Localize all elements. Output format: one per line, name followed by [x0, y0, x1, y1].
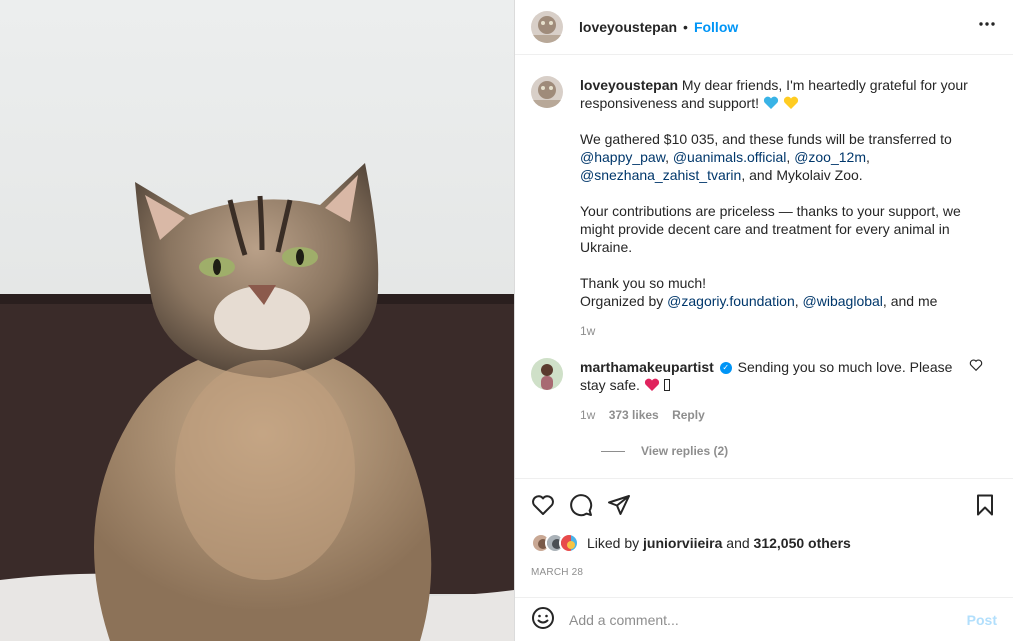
likes-summary: Liked by juniorviieira and 312,050 other…: [531, 533, 997, 553]
follow-button[interactable]: Follow: [694, 19, 738, 35]
share-send-icon[interactable]: [607, 493, 631, 517]
caption-text: loveyoustepan My dear friends, I'm heart…: [580, 76, 997, 310]
caption-p4-end: , and me: [882, 293, 938, 309]
cat-photo-image: [0, 0, 514, 641]
caption-thanks: Thank you so much!: [580, 275, 707, 291]
caption-p2-end: , and Mykolaiv Zoo.: [741, 167, 863, 183]
comment-bubble-icon[interactable]: [569, 493, 593, 517]
more-options-icon[interactable]: [977, 14, 997, 40]
missing-glyph-icon: [663, 379, 670, 391]
post-actions: Liked by juniorviieira and 312,050 other…: [515, 478, 1013, 598]
post-comment-button[interactable]: Post: [967, 612, 997, 628]
mention-link[interactable]: @uanimals.official: [673, 149, 787, 165]
caption-meta: 1w: [580, 324, 997, 338]
caption-username[interactable]: loveyoustepan: [580, 77, 678, 93]
view-replies-label: View replies (2): [641, 444, 729, 458]
blue-heart-icon: [763, 96, 778, 109]
mention-link[interactable]: @wibaglobal: [803, 293, 883, 309]
post-side-panel: loveyoustepan • Follow loveyoustepan My …: [514, 0, 1013, 641]
instagram-post-view: loveyoustepan • Follow loveyoustepan My …: [0, 0, 1013, 641]
post-photo[interactable]: [0, 0, 514, 641]
add-comment-bar: Post: [515, 597, 1013, 641]
bookmark-save-icon[interactable]: [973, 493, 997, 517]
mention-link[interactable]: @happy_paw: [580, 149, 665, 165]
author-avatar[interactable]: [531, 11, 563, 43]
post-header: loveyoustepan • Follow: [515, 0, 1013, 55]
emoji-smiley-icon[interactable]: [531, 606, 555, 633]
yellow-heart-icon: [783, 96, 798, 109]
mention-link[interactable]: @snezhana_zahist_tvarin: [580, 167, 741, 183]
caption-avatar[interactable]: [531, 76, 563, 108]
caption-p2-start: We gathered $10 035, and these funds wil…: [580, 131, 952, 147]
likers-avatar-stack[interactable]: [531, 533, 579, 553]
liked-by-user[interactable]: juniorviieira: [643, 535, 722, 551]
caption-organized: Organized by: [580, 293, 664, 309]
likes-and: and: [726, 535, 750, 551]
like-heart-icon[interactable]: [531, 493, 555, 517]
comment-text: marthamakeupartist ✓ Sending you so much…: [580, 358, 965, 394]
verified-badge-icon: ✓: [719, 362, 732, 375]
mention-link[interactable]: @zoo_12m: [794, 149, 866, 165]
likes-others-count[interactable]: 312,050 others: [754, 535, 851, 551]
post-date[interactable]: MARCH 28: [531, 567, 997, 578]
mention-link[interactable]: @zagoriy.foundation: [667, 293, 795, 309]
comment-item: marthamakeupartist ✓ Sending you so much…: [531, 358, 997, 394]
action-icons: [531, 491, 997, 519]
comments-section[interactable]: loveyoustepan My dear friends, I'm heart…: [515, 56, 1013, 478]
like-comment-icon[interactable]: [969, 358, 983, 375]
liker-avatar: [559, 533, 579, 553]
commenter-username[interactable]: marthamakeupartist: [580, 359, 714, 375]
reply-button[interactable]: Reply: [672, 408, 705, 422]
caption-time[interactable]: 1w: [580, 324, 595, 338]
comment-meta: 1w 373 likes Reply: [580, 408, 997, 422]
red-heart-icon: [644, 378, 659, 391]
replies-divider-line: [601, 450, 625, 452]
comment-input[interactable]: [569, 611, 967, 628]
view-replies-button[interactable]: View replies (2): [601, 444, 997, 458]
author-username[interactable]: loveyoustepan: [579, 19, 677, 35]
comment-likes[interactable]: 373 likes: [609, 408, 659, 422]
caption-p3: Your contributions are priceless — thank…: [580, 203, 961, 255]
commenter-avatar[interactable]: [531, 358, 563, 390]
comment-time[interactable]: 1w: [580, 408, 595, 422]
separator-dot: •: [683, 19, 688, 35]
caption: loveyoustepan My dear friends, I'm heart…: [531, 76, 997, 310]
liked-by-label: Liked by: [587, 535, 640, 551]
